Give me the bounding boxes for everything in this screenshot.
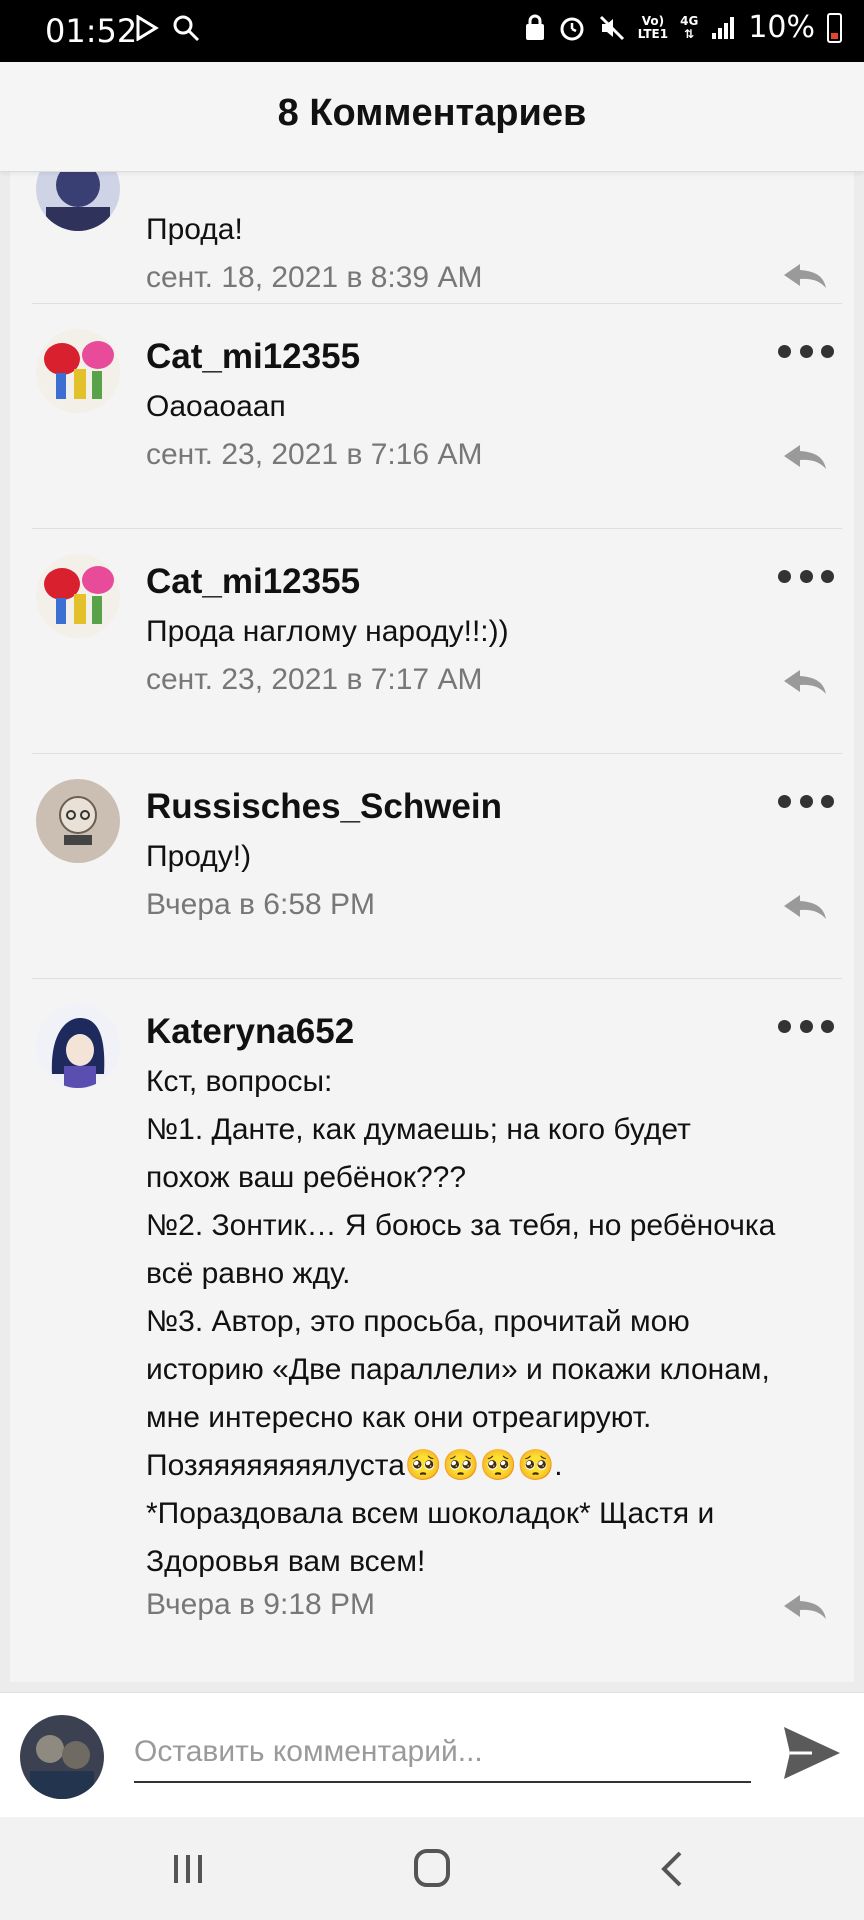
comment-author[interactable]: Kateryna652 bbox=[146, 1012, 354, 1052]
more-dots-icon[interactable] bbox=[778, 791, 834, 811]
comments-list[interactable]: Прода! сент. 18, 2021 в 8:39 AM Cat_mi12… bbox=[10, 172, 854, 1682]
more-dots-icon[interactable] bbox=[778, 1016, 834, 1036]
comment-date: Вчера в 9:18 PM bbox=[146, 1588, 376, 1621]
recents-icon[interactable] bbox=[158, 1847, 218, 1891]
comment-input[interactable] bbox=[134, 1723, 751, 1783]
comment-author[interactable]: Russisches_Schwein bbox=[146, 787, 502, 827]
reply-arrow-icon[interactable] bbox=[782, 262, 828, 290]
avatar[interactable] bbox=[36, 172, 120, 231]
data-arrows-icon: ⇅ bbox=[684, 26, 695, 41]
reply-arrow-icon[interactable] bbox=[782, 893, 828, 921]
play-store-icon bbox=[136, 15, 159, 41]
alarm-icon bbox=[560, 17, 584, 40]
comment-text-line: историю «Две параллели» и покажи клонам, bbox=[146, 1353, 770, 1386]
status-right-icons: Vo) LTE1 4G ⇅ 10% bbox=[524, 10, 842, 45]
my-avatar bbox=[20, 1715, 104, 1799]
comment-date: сент. 23, 2021 в 7:17 AM bbox=[146, 663, 483, 696]
system-nav-bar bbox=[0, 1817, 864, 1920]
avatar[interactable] bbox=[36, 554, 120, 638]
comment-date: Вчера в 6:58 PM bbox=[146, 888, 376, 921]
home-icon[interactable] bbox=[402, 1847, 462, 1891]
data-indicator: 4G ⇅ bbox=[680, 13, 699, 41]
comment-author[interactable]: Cat_mi12355 bbox=[146, 337, 360, 377]
comment-item: Russisches_Schwein Проду!) Вчера в 6:58 … bbox=[10, 753, 854, 978]
comment-text-line: всё равно жду. bbox=[146, 1257, 351, 1290]
comment-text-line: №3. Автор, это просьба, прочитай мою bbox=[146, 1305, 690, 1338]
comment-author[interactable]: Cat_mi12355 bbox=[146, 562, 360, 602]
avatar[interactable] bbox=[36, 329, 120, 413]
comment-text: Оаоаоаап bbox=[146, 390, 286, 423]
reply-arrow-icon[interactable] bbox=[782, 1593, 828, 1621]
reply-arrow-icon[interactable] bbox=[782, 668, 828, 696]
comment-text-line: Здоровья вам всем! bbox=[146, 1545, 426, 1578]
comment-text-line: Кст, вопросы: bbox=[146, 1065, 333, 1098]
status-bar: 01:52 Vo) LTE1 4G ⇅ 10% bbox=[0, 0, 864, 62]
comment-text: Проду!) bbox=[146, 840, 252, 873]
avatar[interactable] bbox=[36, 1004, 120, 1088]
volte-label: Vo) bbox=[641, 13, 665, 28]
comment-text-line: похож ваш ребёнок??? bbox=[146, 1161, 467, 1194]
more-dots-icon[interactable] bbox=[778, 566, 834, 586]
comment-date: сент. 23, 2021 в 7:16 AM bbox=[146, 438, 483, 471]
status-left-icons bbox=[134, 14, 200, 42]
battery-icon bbox=[827, 12, 842, 43]
comment-text-line: №2. Зонтик… Я боюсь за тебя, но ребёночк… bbox=[146, 1209, 776, 1242]
comment-text-line: №1. Данте, как думаешь; на кого будет bbox=[146, 1113, 691, 1146]
status-time: 01:52 bbox=[45, 12, 138, 50]
comments-header: 8 Комментариев bbox=[0, 62, 864, 172]
battery-percent: 10% bbox=[748, 10, 815, 45]
comment-item: Cat_mi12355 Прода наглому народу!!:)) се… bbox=[10, 528, 854, 753]
network-gen-label: 4G bbox=[680, 13, 699, 28]
lte-label: LTE1 bbox=[637, 26, 669, 41]
comment-text-line: *Пораздовала всем шоколадок* Щастя и bbox=[146, 1497, 715, 1530]
page-title: 8 Комментариев bbox=[277, 92, 587, 134]
lock-status-icon bbox=[525, 14, 544, 40]
comment-date: сент. 18, 2021 в 8:39 AM bbox=[146, 261, 483, 294]
mute-icon bbox=[599, 15, 624, 40]
signal-icon bbox=[712, 16, 735, 39]
comment-item: Cat_mi12355 Оаоаоаап сент. 23, 2021 в 7:… bbox=[10, 303, 854, 528]
comment-text: Кст, вопросы: №1. Данте, как думаешь; на… bbox=[146, 1058, 836, 1586]
send-icon[interactable] bbox=[782, 1725, 842, 1781]
comment-compose-bar bbox=[0, 1692, 864, 1817]
comment-text: Прода! bbox=[146, 213, 243, 246]
comment-text: Прода наглому народу!!:)) bbox=[146, 615, 509, 648]
reply-arrow-icon[interactable] bbox=[782, 443, 828, 471]
comment-item: Kateryna652 Кст, вопросы: №1. Данте, как… bbox=[10, 978, 854, 1682]
comment-text-line: мне интересно как они отреагируют. bbox=[146, 1401, 652, 1434]
network-type-label: Vo) LTE1 bbox=[637, 13, 669, 41]
comment-text-line: Позяяяяяяяялуста🥺🥺🥺🥺. bbox=[146, 1449, 563, 1482]
back-icon[interactable] bbox=[642, 1847, 702, 1891]
avatar[interactable] bbox=[36, 779, 120, 863]
more-dots-icon[interactable] bbox=[778, 341, 834, 361]
search-status-icon bbox=[173, 15, 200, 42]
